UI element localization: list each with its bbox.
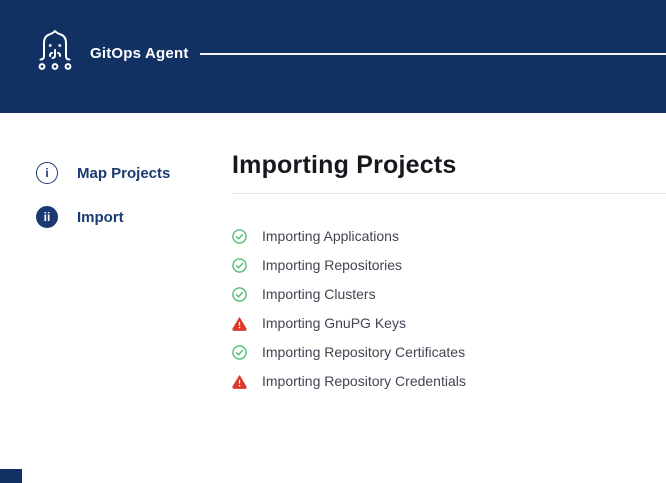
step-number-badge: i xyxy=(36,162,58,184)
import-status-row: Importing Applications xyxy=(232,222,666,251)
brand-title: GitOps Agent xyxy=(90,45,189,62)
import-status-row: Importing Repositories xyxy=(232,251,666,280)
import-status-row: Importing Repository Certificates xyxy=(232,338,666,367)
stepper-item-map-projects[interactable]: i Map Projects xyxy=(36,162,232,184)
import-status-row: Importing Clusters xyxy=(232,280,666,309)
import-status-label: Importing Repository Certificates xyxy=(262,344,465,360)
import-status-label: Importing Clusters xyxy=(262,286,376,302)
step-number-badge: ii xyxy=(36,206,58,228)
import-panel: Importing Projects Importing Application… xyxy=(232,113,666,396)
check-circle-icon xyxy=(232,258,247,273)
check-circle-icon xyxy=(232,287,247,302)
title-divider xyxy=(232,193,666,194)
page-title: Importing Projects xyxy=(232,151,666,180)
app-header: GitOps Agent xyxy=(0,0,666,113)
warning-triangle-icon xyxy=(232,316,247,331)
import-status-list: Importing Applications Importing Reposit… xyxy=(232,222,666,396)
import-status-label: Importing Repository Credentials xyxy=(262,373,466,389)
import-status-label: Importing GnuPG Keys xyxy=(262,315,406,331)
import-status-label: Importing Applications xyxy=(262,228,399,244)
import-status-label: Importing Repositories xyxy=(262,257,402,273)
header-divider xyxy=(200,53,666,55)
import-status-row: Importing GnuPG Keys xyxy=(232,309,666,338)
step-label: Import xyxy=(77,209,124,226)
step-label: Map Projects xyxy=(77,165,170,182)
page-content: i Map Projects ii Import Importing Proje… xyxy=(0,113,666,396)
import-status-row: Importing Repository Credentials xyxy=(232,367,666,396)
stepper-item-import[interactable]: ii Import xyxy=(36,206,232,228)
check-circle-icon xyxy=(232,229,247,244)
warning-triangle-icon xyxy=(232,374,247,389)
argo-octopus-icon xyxy=(35,30,75,76)
check-circle-icon xyxy=(232,345,247,360)
wizard-stepper: i Map Projects ii Import xyxy=(0,113,232,250)
corner-fragment xyxy=(0,469,22,483)
